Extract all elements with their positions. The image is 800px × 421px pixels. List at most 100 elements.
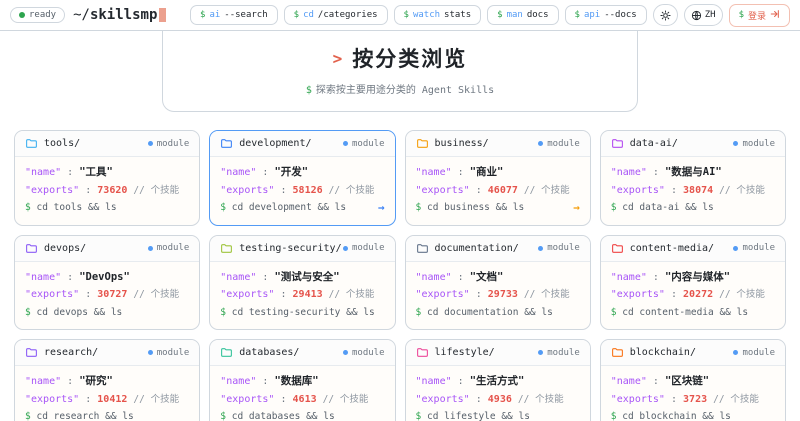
language-label: ZH	[704, 10, 716, 20]
category-dir-label: lifestyle/	[434, 347, 495, 358]
folder-icon	[416, 139, 428, 148]
nav-button-cd[interactable]: $ cd /categories	[283, 5, 388, 25]
shell-command: cd testing-security && ls	[231, 306, 375, 318]
category-card-blockchain[interactable]: blockchain/ module "name" : "区块链" "expor…	[599, 339, 786, 421]
go-arrow-icon: →	[573, 201, 580, 214]
category-card-data-ai[interactable]: data-ai/ module "name" : "数据与AI" "export…	[599, 130, 786, 226]
nav-button-ai[interactable]: $ ai --search	[190, 5, 278, 25]
category-card-development[interactable]: development/ module "name" : "开发" "expor…	[209, 130, 396, 226]
name-key: "name"	[25, 167, 62, 178]
exports-comment: // 个技能	[322, 393, 369, 405]
exports-count: 30727	[97, 289, 128, 300]
exports-key: "exports"	[25, 289, 80, 300]
category-card-tools[interactable]: tools/ module "name" : "工具" "exports" : …	[14, 130, 201, 226]
shell-prompt: $	[25, 202, 31, 213]
name-key: "name"	[415, 271, 452, 283]
shell-prompt: $	[610, 306, 617, 318]
category-card-content-media[interactable]: content-media/ module "name" : "内容与媒体" "…	[599, 234, 786, 330]
category-dir-label: development/	[239, 138, 312, 149]
folder-icon	[611, 348, 623, 357]
name-key: "name"	[610, 376, 647, 387]
blue-dot-icon	[147, 245, 153, 251]
blue-dot-icon	[147, 141, 153, 146]
exports-comment: // 个技能	[328, 184, 375, 196]
shell-command: cd tools && ls	[36, 202, 117, 213]
folder-icon	[26, 139, 37, 148]
page-title: 按分类浏览	[352, 47, 468, 71]
category-card-testing-security[interactable]: testing-security/ module "name" : "测试与安全…	[209, 234, 396, 330]
category-card-lifestyle[interactable]: lifestyle/ module "name" : "生活方式" "expor…	[404, 339, 591, 421]
blue-dot-icon	[147, 350, 153, 355]
shell-command: cd development && ls	[231, 202, 347, 213]
exports-comment: // 个技能	[713, 393, 759, 405]
hero-subtitle-prompt: $	[305, 85, 312, 96]
exports-comment: // 个技能	[133, 393, 180, 405]
category-name-value: "研究"	[79, 375, 113, 387]
module-badge-label: module	[742, 347, 775, 358]
status-badge: ready	[10, 7, 66, 23]
exports-key: "exports"	[415, 393, 470, 405]
exports-comment: // 个技能	[517, 393, 564, 405]
sun-icon	[660, 9, 671, 21]
module-badge-label: module	[547, 138, 580, 149]
exports-key: "exports"	[610, 184, 665, 196]
folder-icon	[221, 348, 233, 357]
category-card-devops[interactable]: devops/ module "name" : "DevOps" "export…	[14, 234, 201, 330]
name-key: "name"	[415, 167, 452, 178]
nav-button-api[interactable]: $ api --docs	[564, 5, 647, 25]
category-grid: tools/ module "name" : "工具" "exports" : …	[0, 130, 800, 421]
nav-button-watch[interactable]: $ watch stats	[393, 5, 482, 25]
category-card-research[interactable]: research/ module "name" : "研究" "exports"…	[14, 339, 201, 421]
shell-command: cd documentation && ls	[426, 306, 553, 318]
category-dir-label: testing-security/	[239, 242, 342, 254]
category-name-value: "工具"	[79, 166, 113, 178]
exports-key: "exports"	[220, 393, 275, 405]
name-key: "name"	[610, 271, 647, 283]
login-prompt: $	[738, 10, 744, 20]
category-name-value: "内容与媒体"	[664, 270, 731, 283]
category-dir-label: documentation/	[434, 242, 519, 254]
theme-toggle-button[interactable]	[652, 4, 678, 26]
category-card-documentation[interactable]: documentation/ module "name" : "文档" "exp…	[404, 234, 591, 330]
folder-icon	[221, 243, 233, 253]
exports-key: "exports"	[415, 184, 470, 196]
shell-prompt: $	[220, 202, 226, 213]
category-card-databases[interactable]: databases/ module "name" : "数据库" "export…	[209, 339, 396, 421]
module-badge: module	[147, 138, 190, 149]
blue-dot-icon	[342, 245, 348, 251]
shell-command: cd devops && ls	[36, 306, 123, 318]
blue-dot-icon	[538, 245, 544, 251]
module-badge-label: module	[156, 347, 190, 358]
blue-dot-icon	[733, 350, 739, 355]
exports-comment: // 个技能	[328, 289, 375, 300]
exports-key: "exports"	[220, 289, 275, 300]
module-badge: module	[733, 348, 775, 358]
hero-panel: > 按分类浏览 $ 探索按主要用途分类的 Agent Skills	[162, 31, 638, 112]
exports-count: 10412	[97, 393, 128, 405]
nav-button-man[interactable]: $ man docs	[487, 5, 559, 25]
login-button[interactable]: $ 登录	[728, 3, 790, 27]
shell-prompt: $	[610, 202, 617, 213]
module-badge-label: module	[156, 138, 190, 149]
exports-comment: // 个技能	[523, 289, 570, 300]
category-name-value: "区块链"	[664, 375, 710, 387]
module-badge: module	[147, 347, 190, 358]
name-key: "name"	[220, 271, 257, 283]
language-button[interactable]: ZH	[683, 4, 723, 26]
name-key: "name"	[220, 167, 257, 178]
exports-comment: // 个技能	[523, 184, 570, 196]
module-badge: module	[342, 139, 385, 149]
exports-key: "exports"	[220, 184, 275, 196]
module-badge: module	[342, 348, 385, 358]
folder-icon	[416, 348, 428, 357]
brand-home-link[interactable]: ~/skillsmp	[73, 7, 167, 23]
cursor-block-icon	[159, 8, 167, 22]
shell-command: cd data-ai && ls	[622, 202, 714, 213]
category-card-business[interactable]: business/ module "name" : "商业" "exports"…	[404, 130, 591, 226]
blue-dot-icon	[538, 350, 544, 355]
module-badge-label: module	[547, 347, 580, 358]
module-badge: module	[733, 243, 775, 253]
category-dir-label: data-ai/	[629, 138, 678, 149]
module-badge: module	[733, 139, 775, 149]
category-name-value: "DevOps"	[79, 270, 130, 283]
